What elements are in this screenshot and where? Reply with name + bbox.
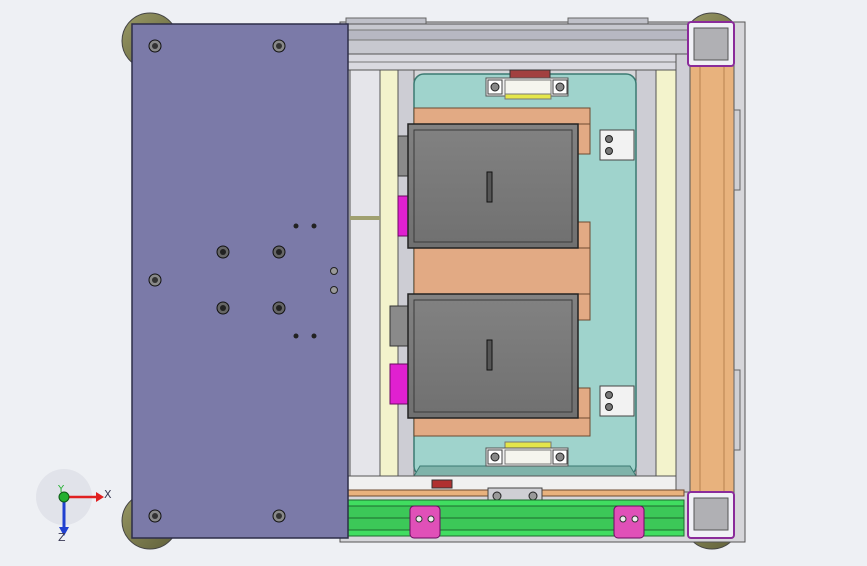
motor-block-upper — [397, 123, 579, 249]
right-rail — [675, 53, 741, 495]
coordinate-triad — [36, 469, 104, 536]
cad-viewport[interactable]: X Z Y — [0, 0, 867, 562]
motor-block-lower — [389, 293, 579, 419]
top-rail — [339, 17, 693, 71]
base-plate — [131, 23, 349, 539]
cad-model-view — [36, 12, 746, 550]
triad-x-label: X — [104, 488, 112, 501]
triad-y-label: Y — [58, 484, 65, 495]
triad-z-label: Z — [58, 531, 66, 544]
